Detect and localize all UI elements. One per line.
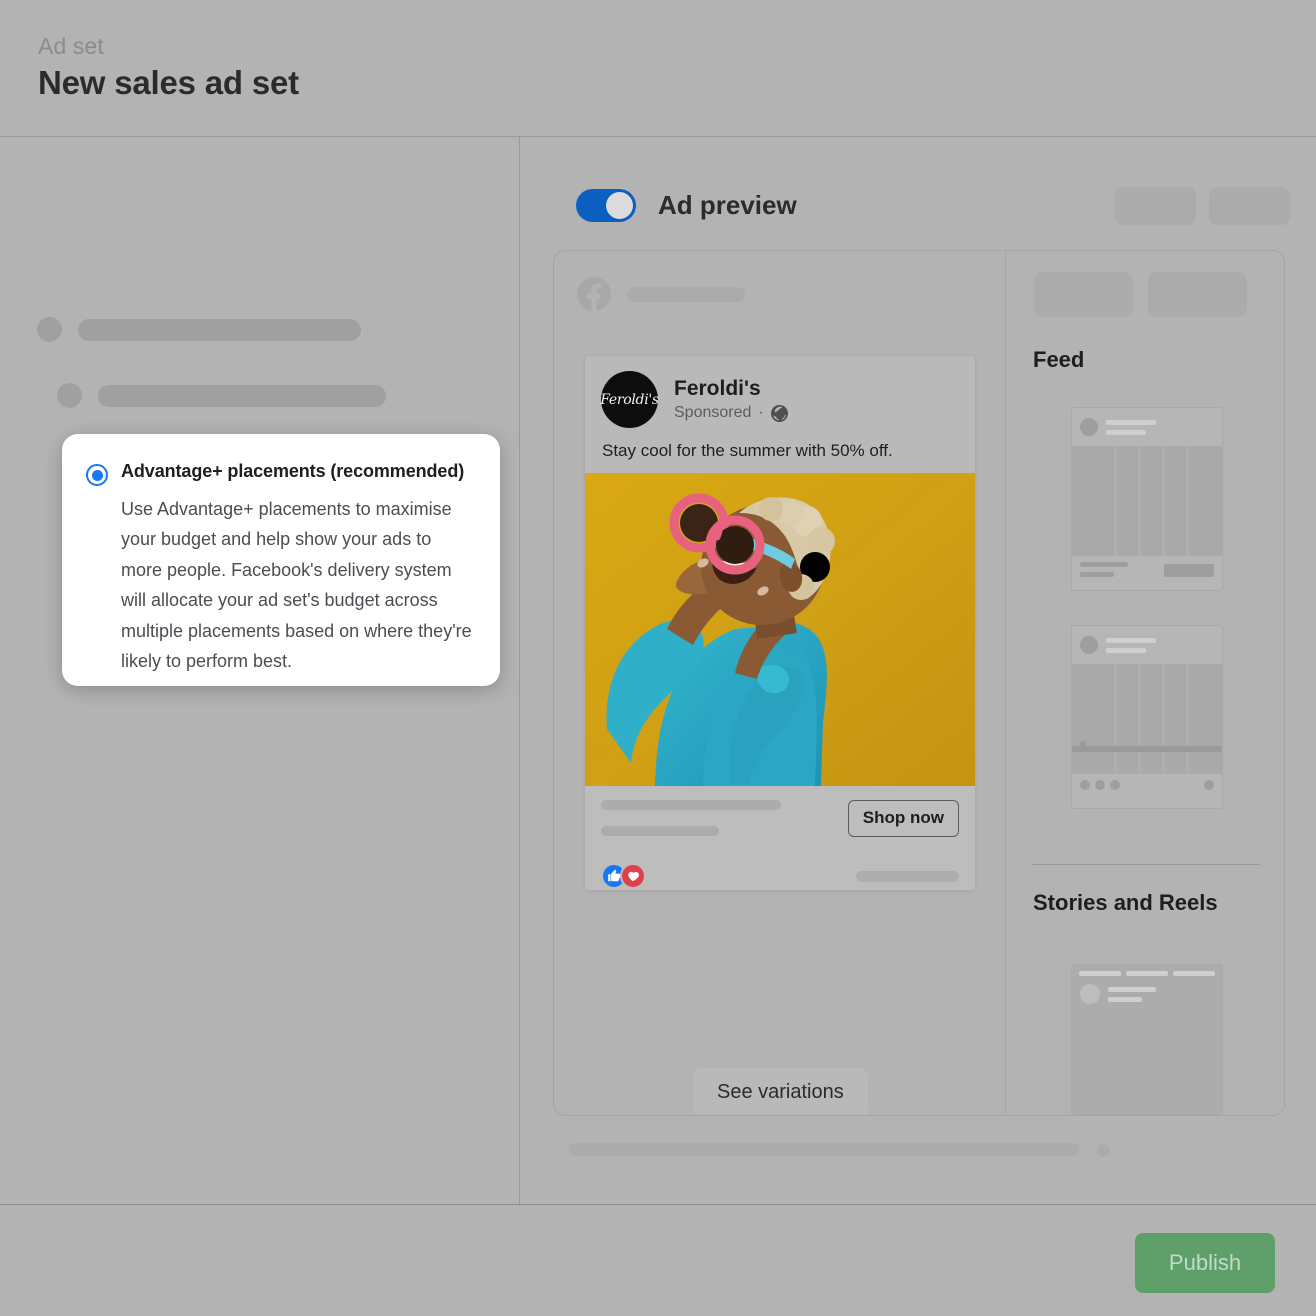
- ad-card: Feroldi's Feroldi's Sponsored · Stay coo…: [585, 356, 975, 890]
- skeleton-progress-bar: [1072, 746, 1222, 752]
- skeleton-cta: [1164, 564, 1214, 577]
- stories-placement-thumbnail[interactable]: [1071, 964, 1223, 1115]
- advantage-placements-card[interactable]: Advantage+ placements (recommended) Use …: [62, 434, 500, 686]
- sponsored-row: Sponsored ·: [674, 404, 788, 422]
- story-progress-segments: [1072, 965, 1222, 976]
- skeleton-line: [1080, 562, 1128, 567]
- brand-name: Feroldi's: [674, 376, 761, 400]
- scroll-end-dot[interactable]: [1097, 1144, 1110, 1157]
- skeleton-icon: [37, 317, 62, 342]
- thumbnail-footer: [1072, 556, 1222, 590]
- page-header: Ad set New sales ad set: [0, 0, 1316, 137]
- globe-icon: [770, 404, 788, 422]
- skeleton-text-lines: [1106, 419, 1156, 435]
- section-divider: [1032, 864, 1260, 865]
- skeleton-text-lines: [1106, 637, 1156, 653]
- skeleton-description: [601, 826, 719, 836]
- radio-inner-dot: [91, 469, 103, 481]
- ad-preview-toggle[interactable]: [576, 189, 636, 222]
- skeleton-text-lines: [1108, 986, 1156, 1002]
- skeleton-icon: [57, 383, 82, 408]
- placeholder-button[interactable]: [1115, 187, 1196, 225]
- thumbnail-header: [1072, 626, 1222, 664]
- settings-panel: Advantage+ placements (recommended) Use …: [0, 137, 520, 1204]
- placements-list: Feed Stories and Reels: [1007, 251, 1284, 1115]
- skeleton-setting-row: [57, 383, 386, 408]
- skeleton-avatar: [1080, 418, 1098, 436]
- thumbnail-image: [1072, 664, 1222, 774]
- breadcrumb-eyebrow: Ad set: [38, 33, 104, 59]
- skeleton-label: [98, 384, 386, 407]
- page-title: New sales ad set: [38, 64, 299, 101]
- feed-section-title: Feed: [1033, 347, 1085, 372]
- preview-panel: Ad preview Feroldi's Feroldi's Sponsored…: [521, 137, 1316, 1204]
- placeholder-button[interactable]: [1148, 272, 1247, 317]
- thumbnail-header: [1072, 408, 1222, 446]
- shop-now-button[interactable]: Shop now: [847, 800, 959, 837]
- thumbnail-image: [1072, 446, 1222, 556]
- skeleton-line: [1108, 986, 1156, 992]
- radio-selected-icon[interactable]: [86, 464, 108, 486]
- skeleton-line: [1106, 647, 1146, 653]
- brand-avatar: Feroldi's: [600, 371, 659, 428]
- ad-creative-image: [585, 473, 975, 786]
- ad-preview-container: Feroldi's Feroldi's Sponsored · Stay coo…: [553, 250, 1285, 1116]
- stories-section-title: Stories and Reels: [1033, 890, 1218, 915]
- skeleton-text-lines: [1080, 562, 1128, 577]
- thumbnail-footer: [1072, 774, 1222, 808]
- skeleton-avatar: [1080, 984, 1100, 1004]
- creative-illustration: [585, 473, 975, 786]
- sponsored-label: Sponsored: [674, 404, 752, 422]
- skeleton-line: [1106, 429, 1146, 435]
- ads-manager-window: Ad set New sales ad set Advantage+ place…: [0, 0, 1316, 1316]
- publish-button[interactable]: Publish: [1135, 1233, 1275, 1293]
- ad-primary-text: Stay cool for the summer with 50% off.: [602, 441, 893, 460]
- placeholder-button[interactable]: [1034, 272, 1133, 317]
- brand-meta: Feroldi's Sponsored ·: [674, 377, 788, 422]
- placeholder-button[interactable]: [1209, 187, 1290, 225]
- ad-render-area: Feroldi's Feroldi's Sponsored · Stay coo…: [554, 251, 1006, 1115]
- reaction-icons: [601, 863, 646, 889]
- ad-card-header: Feroldi's Feroldi's Sponsored ·: [585, 356, 975, 428]
- ad-cta-row: Shop now: [585, 786, 975, 848]
- skeleton-line: [1106, 637, 1156, 643]
- skeleton-line: [1106, 419, 1156, 425]
- horizontal-scrollbar[interactable]: [569, 1143, 1079, 1156]
- option-description: Use Advantage+ placements to maximise yo…: [121, 499, 472, 672]
- skeleton-dot: [1204, 780, 1214, 790]
- platform-row: [577, 277, 745, 311]
- skeleton-label: [78, 318, 361, 341]
- skeleton-line: [1080, 572, 1114, 577]
- placement-filter-buttons: [1034, 272, 1247, 317]
- skeleton-headline: [601, 800, 781, 810]
- ad-reactions-row: [585, 848, 975, 890]
- ad-preview-header: Ad preview: [576, 189, 797, 222]
- skeleton-platform-label: [627, 286, 745, 302]
- skeleton-avatar: [1080, 636, 1098, 654]
- skeleton-setting-row: [37, 317, 361, 342]
- facebook-icon: [577, 277, 611, 311]
- skeleton-link-text: [601, 800, 781, 836]
- skeleton-line: [1108, 996, 1142, 1002]
- love-icon: [620, 863, 646, 889]
- thumbnail-header: [1072, 976, 1222, 1004]
- option-title: Advantage+ placements (recommended): [121, 461, 465, 481]
- separator-dot: ·: [758, 404, 764, 422]
- ad-preview-label: Ad preview: [658, 190, 797, 220]
- toggle-knob: [606, 192, 633, 219]
- radio-option-row[interactable]: Advantage+ placements (recommended): [86, 460, 472, 486]
- skeleton-dot-group: [1080, 780, 1120, 790]
- feed-placement-thumbnail[interactable]: [1071, 407, 1223, 591]
- footer-action-bar: Publish: [0, 1204, 1316, 1316]
- skeleton-reaction-count: [856, 870, 959, 882]
- preview-header-actions: [1115, 187, 1290, 225]
- feed-placement-thumbnail[interactable]: [1071, 625, 1223, 809]
- see-variations-button[interactable]: See variations: [693, 1068, 868, 1115]
